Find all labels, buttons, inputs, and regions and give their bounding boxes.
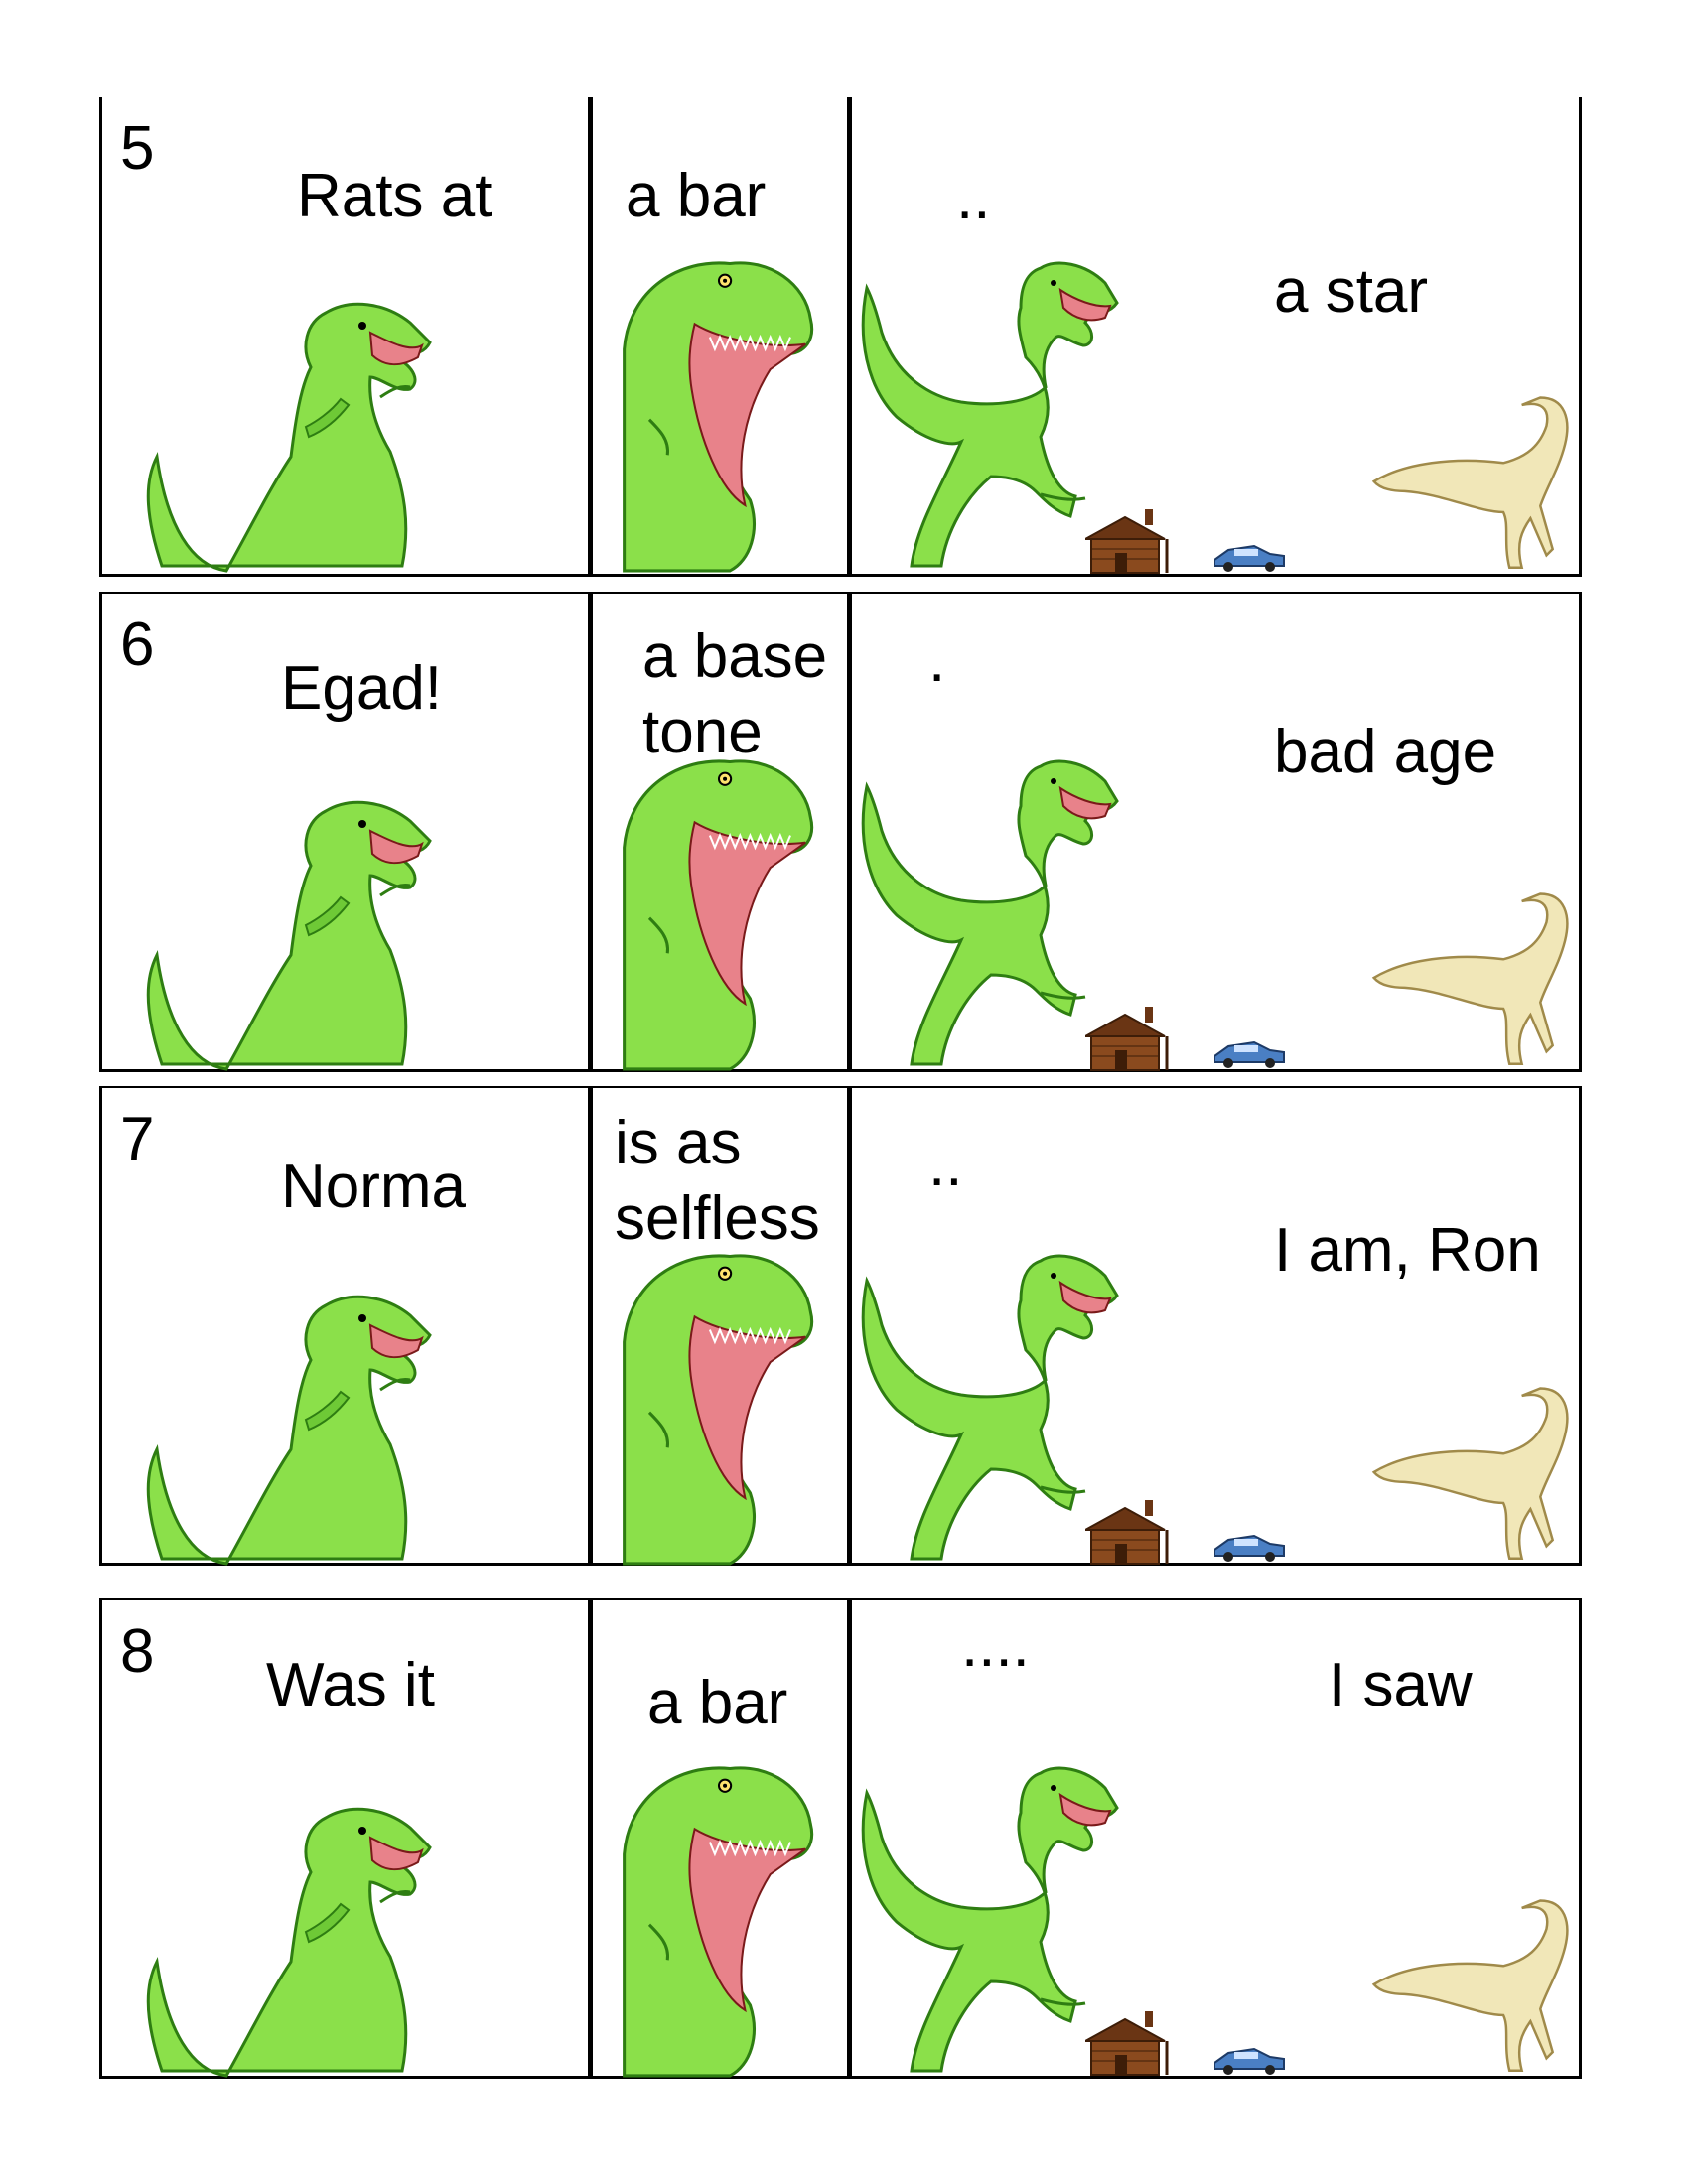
- car: [1214, 2048, 1285, 2076]
- strip-number: 7: [120, 1105, 155, 1173]
- strip-number: 6: [120, 611, 155, 679]
- cabin: [1085, 1500, 1169, 1566]
- panel-1-caption: Norma: [281, 1153, 467, 1221]
- cabin: [1085, 1007, 1169, 1072]
- cabin: [1085, 509, 1169, 575]
- roaring-dinosaur: [623, 261, 814, 573]
- panel-3-caption: I am, Ron: [1274, 1216, 1541, 1285]
- car: [1214, 1041, 1285, 1069]
- panel-3-caption: bad age: [1274, 718, 1497, 786]
- panel-divider: [847, 1600, 852, 2076]
- panel-divider: [847, 97, 852, 574]
- panel-3-dots: ..: [956, 164, 991, 232]
- panel-divider: [847, 594, 852, 1069]
- panel-1-caption: Rats at: [297, 162, 492, 230]
- roaring-dinosaur: [623, 1254, 814, 1566]
- standing-dinosaur: [146, 1807, 432, 2078]
- car: [1214, 1535, 1285, 1563]
- cabin: [1085, 2011, 1169, 2077]
- panel-3-caption: a star: [1274, 257, 1429, 326]
- standing-dinosaur: [146, 302, 432, 573]
- panel-3-dots: .: [928, 626, 946, 695]
- panel-2-caption: a bar: [647, 1669, 788, 1737]
- roaring-dinosaur: [623, 1766, 814, 2078]
- raptor: [1372, 1899, 1569, 2073]
- raptor: [1372, 892, 1569, 1066]
- comic-strip-5: 5 Rats at a bar .. a star: [99, 97, 1582, 577]
- panel-1-caption: Egad!: [281, 654, 443, 723]
- panel-2-caption: a bar: [626, 162, 767, 230]
- panel-divider: [847, 1088, 852, 1563]
- comic-strip-8: 8 Was it a bar .... I saw: [99, 1598, 1582, 2079]
- strip-number: 8: [120, 1617, 155, 1686]
- panel-3-dots: ....: [961, 1611, 1030, 1680]
- raptor: [1372, 396, 1569, 570]
- roaring-dinosaur: [623, 759, 814, 1071]
- panel-3-caption: I saw: [1329, 1651, 1473, 1719]
- car: [1214, 545, 1285, 573]
- comic-strip-6: 6 Egad! a base tone . bad age: [99, 592, 1582, 1072]
- standing-dinosaur: [146, 1295, 432, 1566]
- strip-number: 5: [120, 114, 155, 183]
- panel-1-caption: Was it: [266, 1651, 435, 1719]
- panel-3-dots: ..: [928, 1131, 963, 1199]
- standing-dinosaur: [146, 800, 432, 1071]
- comic-strip-7: 7 Norma is as selfless .. I am, Ron: [99, 1086, 1582, 1566]
- raptor: [1372, 1387, 1569, 1561]
